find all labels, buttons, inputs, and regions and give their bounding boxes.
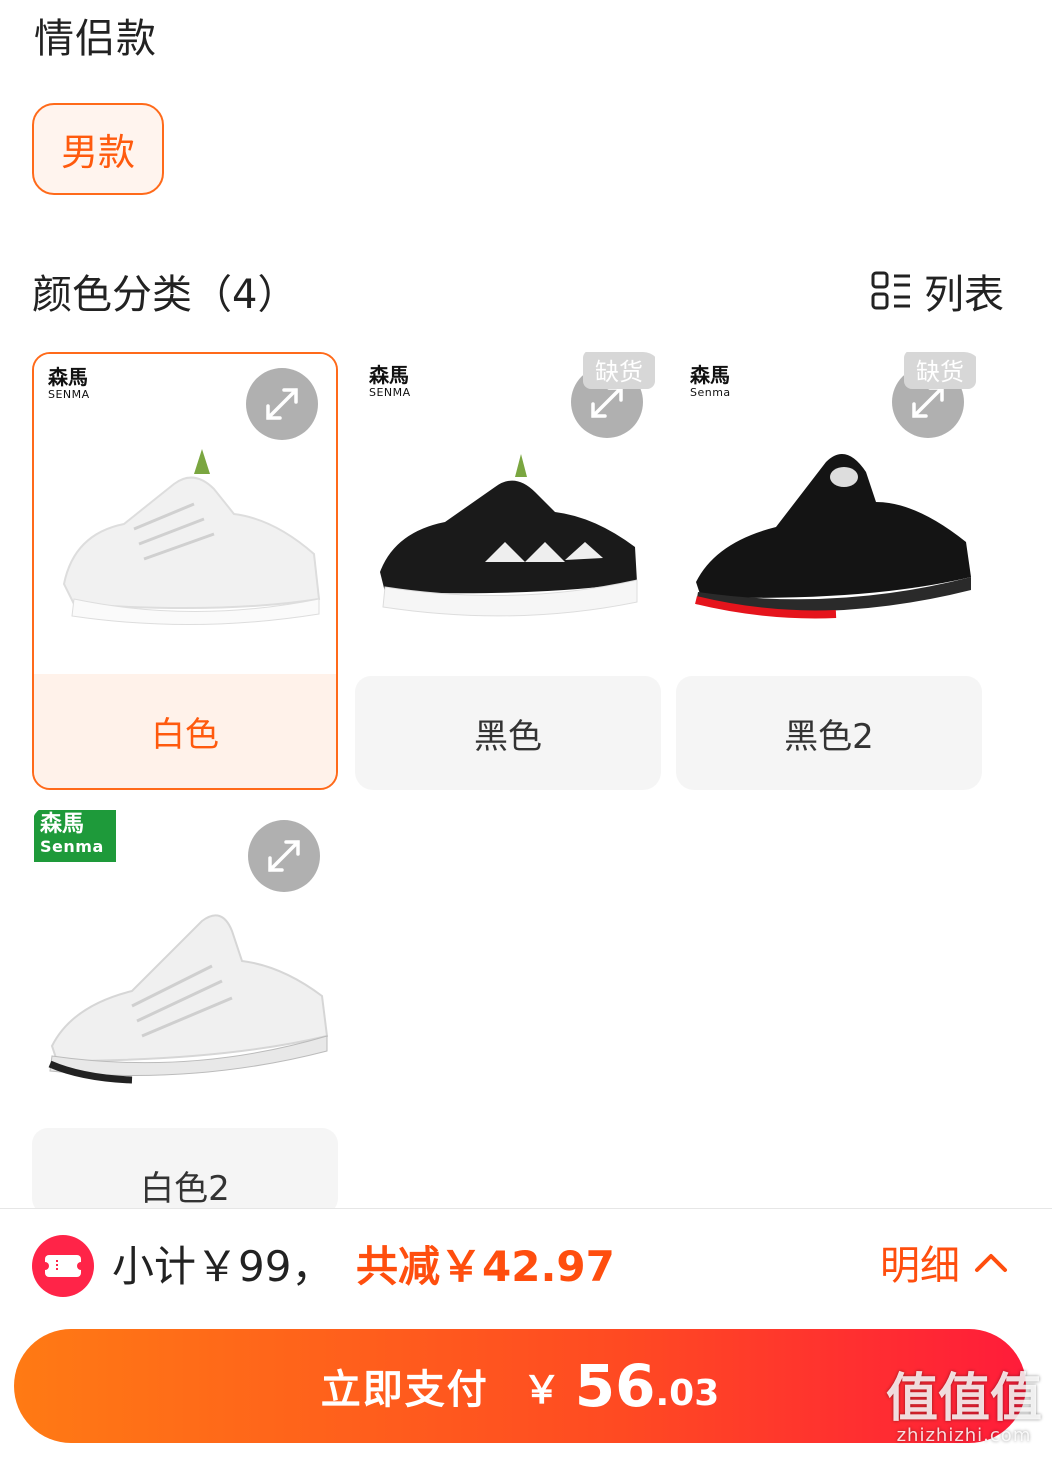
coupon-icon: [32, 1235, 94, 1297]
price-detail-toggle[interactable]: 明细: [880, 1233, 1008, 1291]
color-option-black-2[interactable]: 森馬 Senma 缺货 黑色2: [676, 352, 982, 790]
section-title: 情侣款: [34, 16, 157, 62]
black-red-sneaker-image: [695, 454, 971, 619]
expand-icon: [266, 388, 298, 420]
product-image: 森馬 Senma 缺货: [676, 352, 982, 672]
pay-amount-integer: 56: [574, 1352, 656, 1420]
product-image: 森馬 SENMA: [34, 354, 336, 674]
color-option-label: 黑色2: [676, 676, 982, 790]
discount-text: 共减￥42.97: [356, 1242, 615, 1291]
expand-image-button[interactable]: 缺货: [892, 352, 976, 438]
list-view-toggle[interactable]: 列表: [870, 262, 1004, 320]
pay-currency: ￥: [522, 1367, 561, 1412]
expand-image-button[interactable]: [248, 820, 320, 892]
color-option-label: 黑色: [355, 676, 661, 790]
style-option-mens[interactable]: 男款: [32, 103, 164, 195]
white-sneaker-image: [62, 449, 321, 625]
out-of-stock-badge: 缺货: [904, 352, 976, 389]
brand-logo: 森馬 Senma: [690, 363, 731, 399]
subtotal-text: 小计￥99，: [112, 1242, 334, 1291]
brand-logo: 森馬 Senma: [34, 810, 116, 862]
color-category-title: 颜色分类（4）: [32, 272, 298, 318]
expand-icon: [268, 840, 300, 872]
color-option-white[interactable]: 森馬 SENMA 白色: [32, 352, 338, 790]
pay-amount-decimal: .03: [655, 1372, 720, 1414]
white-sneaker-2-image: [48, 914, 328, 1084]
chevron-up-icon: [975, 1254, 1007, 1272]
black-sneaker-image: [380, 454, 638, 617]
color-option-white-2[interactable]: 森馬 Senma 白色2: [32, 806, 338, 1216]
expand-image-button[interactable]: [246, 368, 318, 440]
color-option-label: 白色2: [32, 1128, 338, 1216]
product-image: 森馬 SENMA 缺货: [355, 352, 661, 672]
color-option-label: 白色: [34, 674, 336, 788]
out-of-stock-badge: 缺货: [583, 352, 655, 389]
color-option-black[interactable]: 森馬 SENMA 缺货 黑色: [355, 352, 661, 790]
pay-now-label: 立即支付: [320, 1367, 489, 1413]
watermark-logo: 值值值 zhizhizhi.com: [885, 1369, 1042, 1446]
expand-image-button[interactable]: 缺货: [571, 352, 655, 438]
brand-logo: 森馬 SENMA: [369, 363, 411, 399]
price-detail-label: 明细: [880, 1243, 960, 1289]
list-view-label: 列表: [924, 272, 1004, 318]
list-view-icon: [871, 271, 910, 310]
product-image: 森馬 Senma: [32, 806, 338, 1126]
pay-now-button[interactable]: 立即支付 ￥ 56 .03: [14, 1329, 1026, 1443]
brand-logo: 森馬 SENMA: [48, 365, 90, 401]
